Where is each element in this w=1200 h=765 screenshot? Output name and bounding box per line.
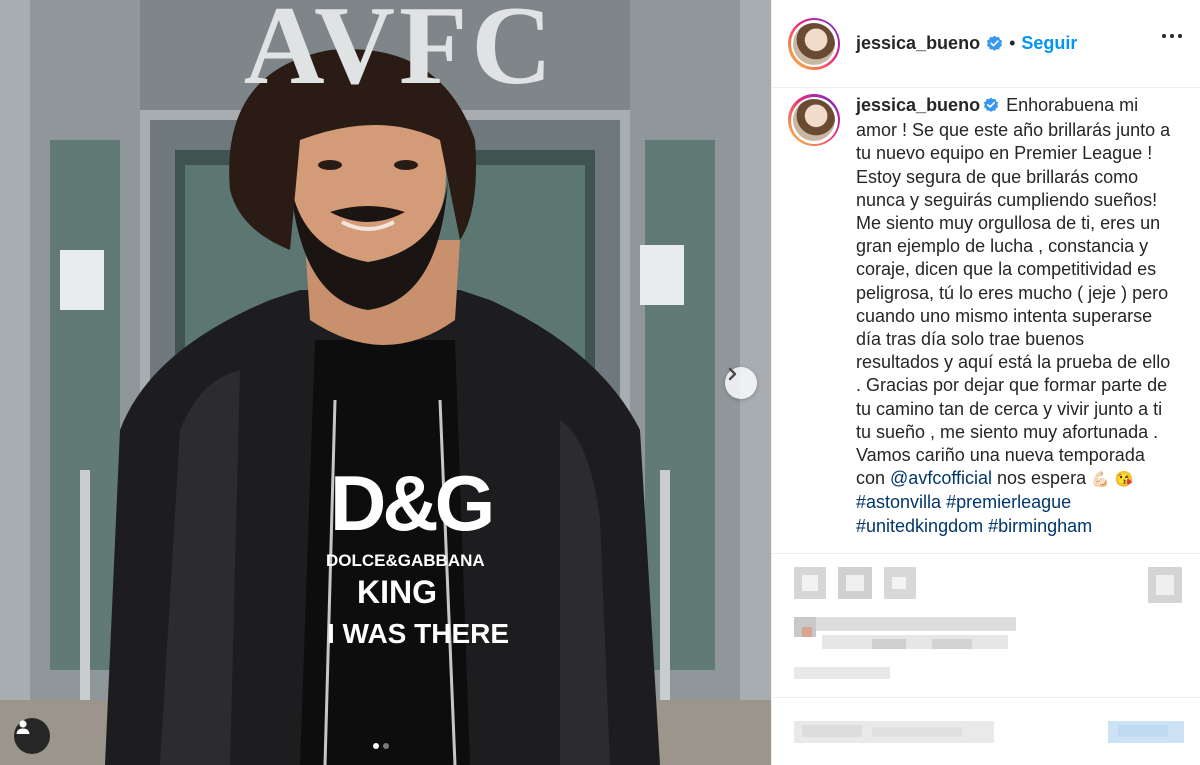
caption-username[interactable]: jessica_bueno: [856, 95, 980, 115]
hashtag-link[interactable]: #unitedkingdom: [856, 516, 983, 536]
shirt-line-1: KING: [357, 574, 437, 610]
post-photo[interactable]: AVFC D&G DOLCE&GABBANA KING I WAS THERE: [0, 0, 771, 765]
caption-row: jessica_bueno Enhorabuena mi amor ! Se q…: [772, 88, 1200, 538]
post-side-panel: jessica_bueno • Seguir jessica_bueno Enh…: [771, 0, 1200, 765]
comments-list[interactable]: jessica_bueno Enhorabuena mi amor ! Se q…: [772, 88, 1200, 554]
caption-text: jessica_bueno Enhorabuena mi amor ! Se q…: [856, 94, 1172, 538]
building-sign: AVFC: [243, 0, 557, 108]
avatar-image: [793, 99, 835, 141]
censored-actions-area: [772, 555, 1200, 765]
kiss-face-emoji: 😘: [1114, 471, 1134, 489]
hashtag-link[interactable]: #astonvilla: [856, 492, 941, 512]
verified-badge-icon: [986, 35, 1003, 52]
header-username[interactable]: jessica_bueno: [856, 33, 980, 54]
hashtag-link[interactable]: #birmingham: [988, 516, 1092, 536]
carousel-dot-active: [373, 743, 379, 749]
carousel-next-button[interactable]: [725, 367, 757, 399]
avatar-image: [793, 22, 835, 65]
avatar[interactable]: [788, 17, 840, 70]
shirt-brand: DOLCE&GABBANA: [326, 551, 485, 570]
caption-body: Enhorabuena mi amor ! Se que este año br…: [856, 95, 1171, 489]
more-options-icon[interactable]: [1162, 34, 1182, 38]
tagged-users-button[interactable]: [14, 718, 50, 754]
verified-badge-icon: [983, 96, 999, 119]
caption-avatar[interactable]: [788, 94, 840, 146]
carousel-indicator: [373, 743, 389, 749]
header-separator: •: [1009, 33, 1016, 53]
hashtag-link[interactable]: #premierleague: [946, 492, 1071, 512]
caption-body-end: nos espera: [992, 468, 1092, 489]
shirt-logo: D&G: [330, 459, 495, 547]
post-timestamp: [794, 667, 890, 679]
photo-scene: [0, 0, 771, 765]
mention-link[interactable]: @avfcofficial: [890, 468, 992, 488]
user-icon: [16, 720, 30, 734]
shirt-line-2: I WAS THERE: [327, 618, 510, 649]
post-header: jessica_bueno • Seguir: [772, 0, 1200, 88]
likes-count: [816, 617, 1016, 631]
carousel-dot: [383, 743, 389, 749]
chevron-right-icon: [728, 367, 737, 381]
follow-button[interactable]: Seguir: [1021, 33, 1077, 54]
flexed-biceps-emoji: 💪🏻: [1091, 471, 1110, 489]
